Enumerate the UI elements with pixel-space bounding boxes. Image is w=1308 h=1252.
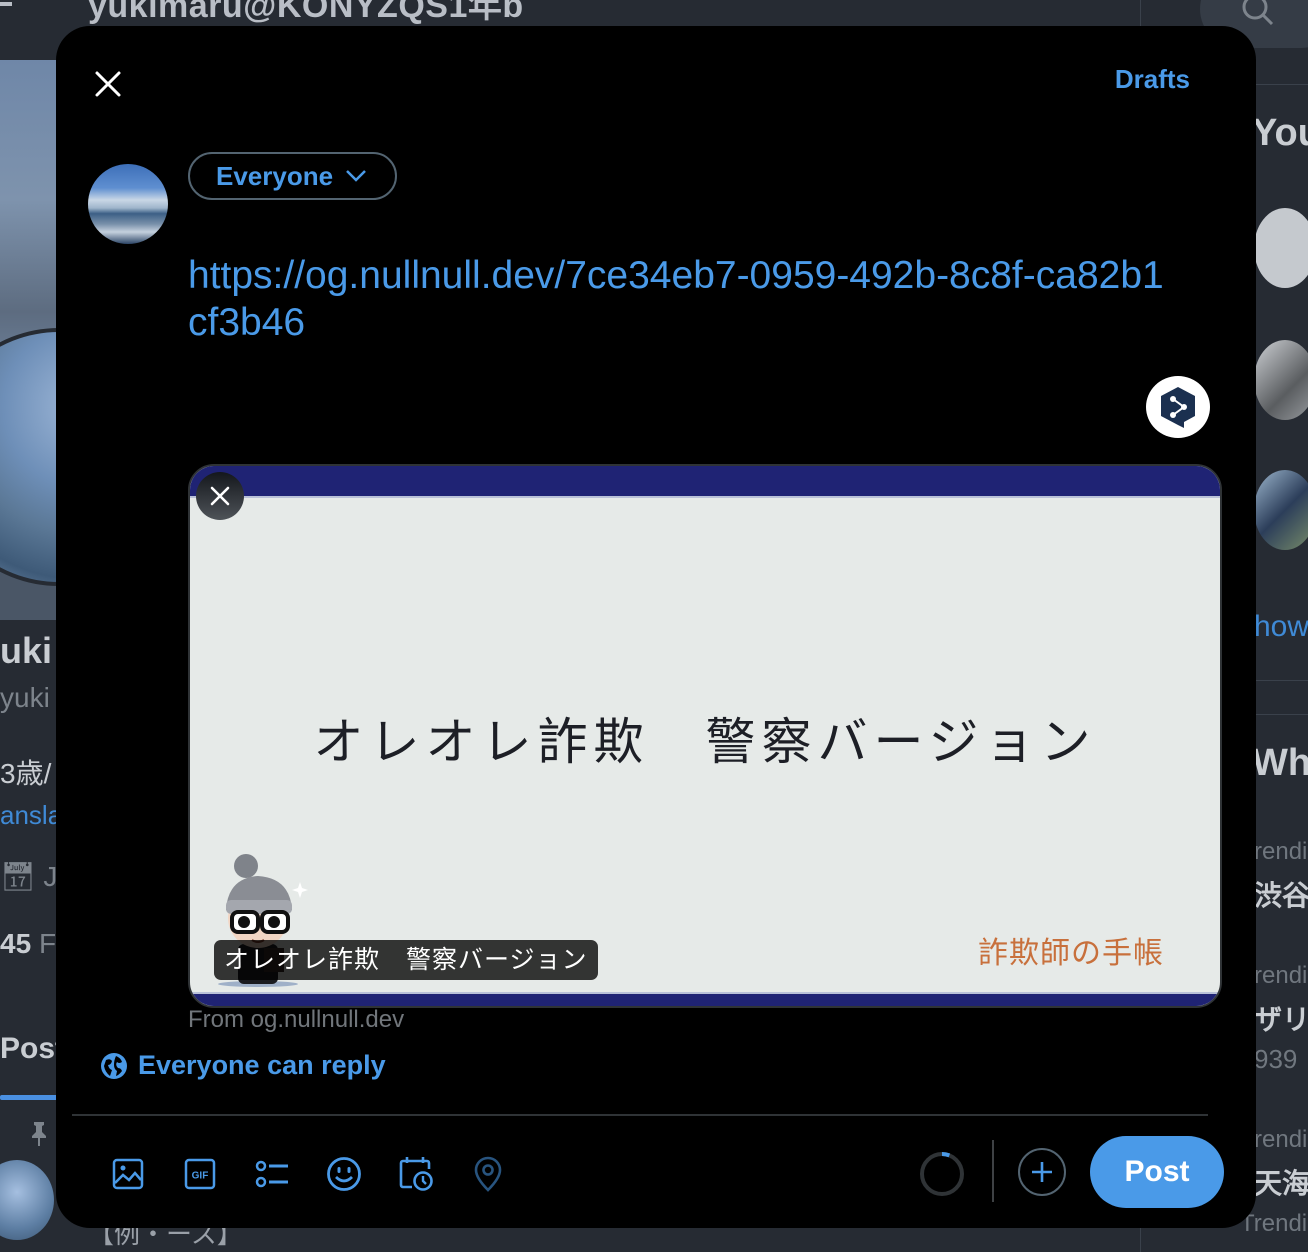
add-gif-button[interactable]: GIF	[164, 1148, 236, 1200]
post-text-input[interactable]: https://og.nullnull.dev/7ce34eb7-0959-49…	[188, 252, 1168, 346]
card-band-bottom	[190, 992, 1220, 1006]
plus-icon	[1032, 1162, 1052, 1182]
add-post-to-thread-button[interactable]	[1018, 1148, 1066, 1196]
post-author-avatar[interactable]	[0, 1160, 54, 1240]
close-button[interactable]	[84, 60, 132, 108]
suggested-user-avatar[interactable]	[1254, 208, 1308, 288]
trend-label: Trendi	[1240, 1210, 1308, 1237]
trend-topic[interactable]: 天海さ	[1254, 1162, 1308, 1202]
trend-count: 939	[1254, 1044, 1298, 1074]
suggested-user-avatar[interactable]	[1254, 340, 1308, 420]
link-preview-card[interactable]: オレオレ詐欺 警察バージョン 詐欺師の手帳 オレオレ詐欺 警察バージョン	[188, 464, 1222, 1008]
add-emoji-button[interactable]	[308, 1148, 380, 1200]
trend-topic[interactable]: 渋谷特	[1254, 874, 1308, 914]
reply-setting-button[interactable]: Everyone can reply	[100, 1050, 386, 1081]
card-source: From og.nullnull.dev	[188, 1006, 405, 1033]
emoji-icon	[327, 1157, 361, 1191]
card-band-top	[190, 466, 1220, 498]
globe-icon	[101, 1052, 127, 1079]
translate-bio-link[interactable]: ansla	[0, 800, 62, 831]
trend-label: rendi	[1254, 962, 1308, 989]
chevron-down-icon	[346, 170, 366, 182]
close-icon	[210, 486, 230, 506]
gif-icon: GIF	[184, 1158, 216, 1190]
location-icon	[474, 1156, 502, 1192]
card-image-title: オレオレ詐欺 警察バージョン	[313, 713, 1097, 771]
poll-icon	[255, 1160, 288, 1188]
post-button[interactable]: Post	[1090, 1136, 1224, 1208]
add-poll-button[interactable]	[236, 1148, 308, 1200]
followers-count: 45	[0, 928, 32, 959]
schedule-icon	[399, 1157, 433, 1191]
composer-toolbar: GIF	[92, 1148, 524, 1200]
profile-name: uki	[0, 630, 53, 671]
audience-selector[interactable]: Everyone	[188, 152, 398, 200]
user-avatar[interactable]	[88, 164, 168, 244]
active-tab-indicator	[0, 1095, 60, 1100]
deepl-icon	[1161, 387, 1195, 428]
schedule-post-button[interactable]	[380, 1148, 452, 1200]
drafts-button[interactable]: Drafts	[1115, 64, 1190, 95]
gif-glyph: GIF	[192, 1171, 209, 1182]
divider	[72, 1114, 1208, 1116]
card-caption: オレオレ詐欺 警察バージョン	[214, 940, 598, 980]
profile-handle: yuki	[0, 682, 50, 713]
image-icon	[112, 1158, 144, 1190]
add-media-button[interactable]	[92, 1148, 164, 1200]
profile-header-title: yukimaru@KONYZQS1年b	[88, 0, 524, 25]
audience-label: Everyone	[216, 160, 334, 191]
who-to-follow-heading: You	[1252, 112, 1308, 154]
trend-label: rendi	[1254, 838, 1308, 865]
add-location-button[interactable]	[452, 1148, 524, 1200]
back-arrow-icon[interactable]	[0, 2, 12, 6]
suggested-user-avatar[interactable]	[1254, 470, 1308, 550]
remove-card-button[interactable]	[196, 472, 244, 520]
character-count-ring	[920, 1152, 964, 1196]
whats-happening-heading: Wha	[1252, 742, 1308, 784]
card-image-brand: 詐欺師の手帳	[978, 936, 1164, 971]
trend-topic[interactable]: ザリラ	[1254, 998, 1308, 1038]
profile-bio: 3歳/	[0, 758, 52, 789]
compose-post-dialog: Drafts Everyone https://og.nullnull.dev/…	[56, 26, 1256, 1228]
show-more-link[interactable]: how	[1254, 610, 1308, 644]
pin-icon	[32, 1122, 46, 1146]
close-icon	[95, 71, 121, 97]
search-icon	[1242, 0, 1274, 26]
reply-setting-label: Everyone can reply	[138, 1050, 386, 1080]
progress-ring-track	[920, 1152, 964, 1196]
toolbar-separator	[992, 1140, 994, 1202]
deepl-translate-button[interactable]	[1146, 376, 1210, 438]
trend-label: rendi	[1254, 1126, 1308, 1153]
calendar-icon: 📅︎	[0, 861, 36, 892]
